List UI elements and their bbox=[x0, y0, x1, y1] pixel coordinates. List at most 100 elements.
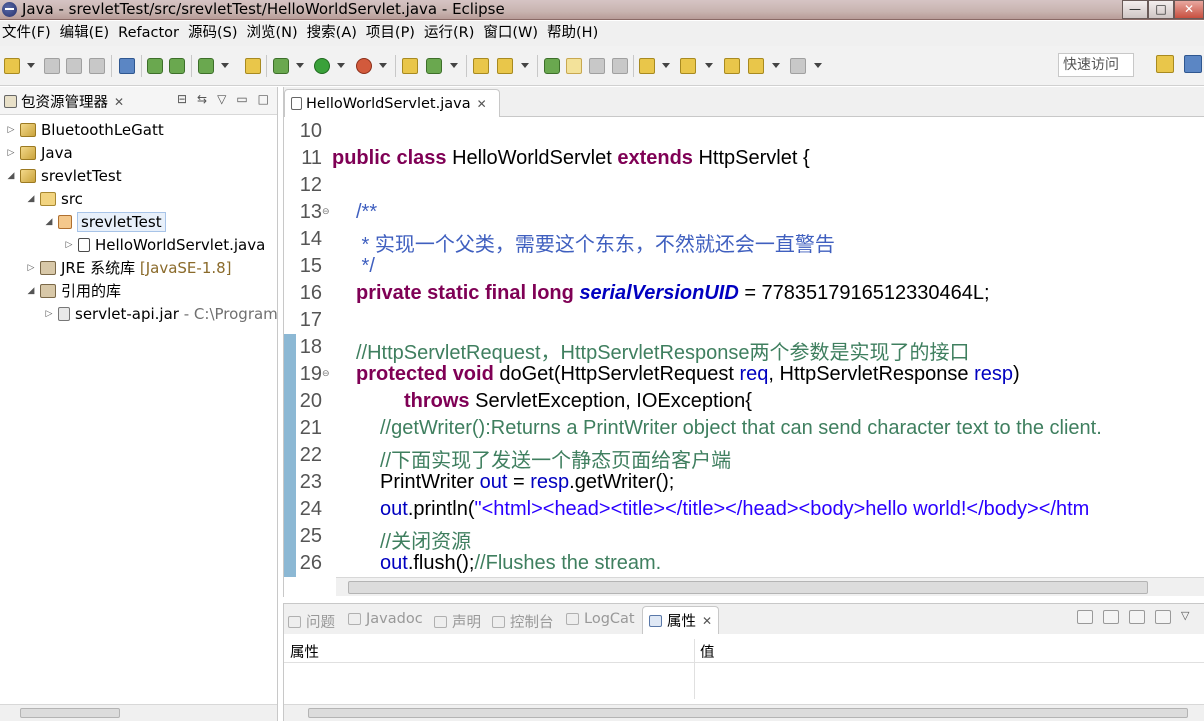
menu-window[interactable]: 窗口(W) bbox=[481, 21, 545, 46]
column-value[interactable]: 值 bbox=[700, 641, 715, 662]
show-whitespace-icon[interactable] bbox=[612, 58, 628, 74]
android-sdk-icon[interactable] bbox=[147, 58, 163, 74]
fold-icon[interactable]: ⊖ bbox=[322, 207, 330, 217]
new-java-package-icon[interactable] bbox=[402, 58, 418, 74]
code-editor[interactable]: 10 11 12 13 ⊖ 14 15 16 17 18 19 ⊖ 20 21 … bbox=[284, 117, 1204, 577]
menu-run[interactable]: 运行(R) bbox=[422, 21, 481, 46]
tree-item[interactable]: ▷ JRE 系统库 [JavaSE-1.8] bbox=[26, 256, 232, 279]
back-icon[interactable] bbox=[748, 58, 764, 74]
java-perspective-icon[interactable] bbox=[1184, 55, 1202, 73]
mark-occurrences-icon[interactable] bbox=[566, 58, 582, 74]
tab-problems[interactable]: 问题 bbox=[288, 611, 335, 632]
forward-dropdown-icon[interactable] bbox=[814, 63, 822, 68]
column-divider[interactable] bbox=[694, 639, 695, 699]
tree-item[interactable]: ◢ srevletTest bbox=[44, 210, 166, 233]
next-annotation-icon[interactable] bbox=[544, 58, 560, 74]
toggle-breakpoint-icon[interactable] bbox=[119, 58, 135, 74]
menu-source[interactable]: 源码(S) bbox=[186, 21, 245, 46]
column-property[interactable]: 属性 bbox=[290, 641, 319, 662]
open-perspective-icon[interactable] bbox=[1156, 55, 1174, 73]
expand-icon[interactable]: ▷ bbox=[6, 148, 16, 158]
menu-project[interactable]: 项目(P) bbox=[364, 21, 422, 46]
collapse-all-icon[interactable]: ⊟ bbox=[177, 92, 187, 106]
last-edit-location-icon[interactable] bbox=[724, 58, 740, 74]
fold-icon[interactable]: ⊖ bbox=[322, 369, 330, 379]
minimize-button[interactable]: — bbox=[1122, 0, 1148, 19]
close-icon[interactable]: ✕ bbox=[702, 614, 712, 628]
close-button[interactable]: ✕ bbox=[1174, 0, 1204, 19]
menu-edit[interactable]: 编辑(E) bbox=[58, 21, 116, 46]
collapse-icon[interactable]: ◢ bbox=[6, 171, 16, 181]
view-menu-icon[interactable]: ▽ bbox=[1181, 610, 1197, 624]
tree-item[interactable]: ▷ Java bbox=[6, 141, 73, 164]
scrollbar-thumb[interactable] bbox=[20, 708, 120, 718]
print-icon[interactable] bbox=[89, 58, 105, 74]
collapse-icon[interactable]: ◢ bbox=[44, 217, 54, 227]
new-class-dropdown-icon[interactable] bbox=[450, 63, 458, 68]
link-with-editor-icon[interactable]: ⇆ bbox=[197, 92, 207, 106]
maximize-icon[interactable]: □ bbox=[258, 92, 269, 106]
menu-file[interactable]: 文件(F) bbox=[0, 21, 58, 46]
properties-horizontal-scrollbar[interactable] bbox=[284, 704, 1204, 721]
next-annotation-dropdown-icon[interactable] bbox=[662, 63, 670, 68]
tree-item[interactable]: ▷ servlet-api.jar - C:\Program bbox=[44, 302, 278, 325]
view-menu-icon[interactable]: ▽ bbox=[217, 92, 226, 106]
expand-icon[interactable]: ▷ bbox=[44, 309, 54, 319]
scrollbar-thumb[interactable] bbox=[348, 581, 1148, 594]
tree-item[interactable]: ◢ 引用的库 bbox=[26, 279, 121, 302]
expand-icon[interactable]: ▷ bbox=[6, 125, 16, 135]
horizontal-scrollbar[interactable] bbox=[0, 704, 277, 721]
previous-annotation-dropdown-icon[interactable] bbox=[705, 63, 713, 68]
tab-declaration[interactable]: 声明 bbox=[434, 611, 481, 632]
menu-navigate[interactable]: 浏览(N) bbox=[245, 21, 305, 46]
collapse-icon[interactable]: ◢ bbox=[26, 194, 36, 204]
external-tools-dropdown-icon[interactable] bbox=[379, 63, 387, 68]
tab-logcat[interactable]: LogCat bbox=[566, 611, 635, 627]
tree-item[interactable]: ◢ srevletTest bbox=[6, 164, 122, 187]
android-avd-icon[interactable] bbox=[169, 58, 185, 74]
menu-search[interactable]: 搜索(A) bbox=[305, 21, 364, 46]
tree-item[interactable]: ▷ BluetoothLeGatt bbox=[6, 118, 164, 141]
back-dropdown-icon[interactable] bbox=[772, 63, 780, 68]
save-icon[interactable] bbox=[44, 58, 60, 74]
open-type-icon[interactable] bbox=[473, 58, 489, 74]
quick-access-input[interactable]: 快速访问 bbox=[1058, 53, 1134, 77]
pin-icon[interactable] bbox=[1155, 610, 1171, 624]
tab-console[interactable]: 控制台 bbox=[492, 611, 554, 632]
save-all-icon[interactable] bbox=[66, 58, 82, 74]
editor-tab[interactable]: HelloWorldServlet.java ✕ bbox=[284, 89, 500, 117]
tree-item[interactable]: ◢ src bbox=[26, 187, 83, 210]
new-icon[interactable] bbox=[4, 58, 20, 74]
run-dropdown-icon[interactable] bbox=[337, 63, 345, 68]
expand-icon[interactable]: ▷ bbox=[64, 240, 74, 250]
new-dropdown-icon[interactable] bbox=[27, 63, 35, 68]
external-tools-icon[interactable] bbox=[356, 58, 372, 74]
debug-icon[interactable] bbox=[273, 58, 289, 74]
block-selection-icon[interactable] bbox=[589, 58, 605, 74]
maximize-button[interactable]: □ bbox=[1148, 0, 1174, 19]
debug-dropdown-icon[interactable] bbox=[296, 63, 304, 68]
forward-icon[interactable] bbox=[790, 58, 806, 74]
close-icon[interactable]: ✕ bbox=[114, 95, 124, 109]
tab-properties[interactable]: 属性 ✕ bbox=[642, 606, 720, 634]
tab-javadoc[interactable]: Javadoc bbox=[348, 611, 423, 627]
search-dropdown-icon[interactable] bbox=[521, 63, 529, 68]
new-java-class-icon[interactable] bbox=[426, 58, 442, 74]
scrollbar-thumb[interactable] bbox=[308, 708, 1188, 718]
run-icon[interactable] bbox=[314, 58, 330, 74]
new-android-project-icon[interactable] bbox=[245, 58, 261, 74]
tree-item[interactable]: ▷ HelloWorldServlet.java bbox=[64, 233, 266, 256]
menu-help[interactable]: 帮助(H) bbox=[545, 21, 605, 46]
next-annotation-down-icon[interactable] bbox=[639, 58, 655, 74]
package-explorer-tab[interactable]: 包资源管理器 ✕ bbox=[4, 91, 124, 112]
expand-icon[interactable]: ▷ bbox=[26, 263, 36, 273]
lint-dropdown-icon[interactable] bbox=[221, 63, 229, 68]
menu-refactor[interactable]: Refactor bbox=[116, 21, 186, 46]
editor-horizontal-scrollbar[interactable] bbox=[336, 577, 1204, 596]
minimize-icon[interactable]: ▭ bbox=[236, 92, 247, 106]
previous-annotation-icon[interactable] bbox=[680, 58, 696, 74]
close-icon[interactable]: ✕ bbox=[477, 97, 487, 111]
restore-default-icon[interactable] bbox=[1129, 610, 1145, 624]
lint-check-icon[interactable] bbox=[198, 58, 214, 74]
filter-icon[interactable] bbox=[1103, 610, 1119, 624]
